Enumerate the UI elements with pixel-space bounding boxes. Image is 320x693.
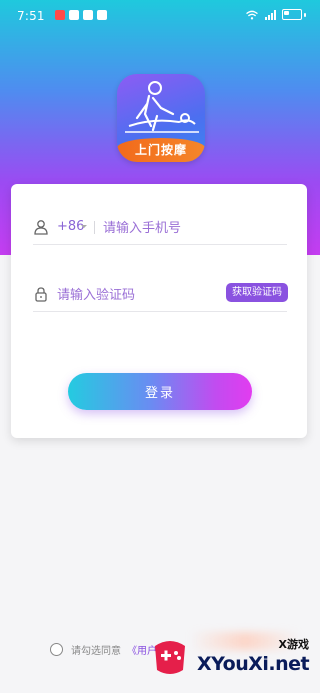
- wifi-icon: [246, 10, 258, 20]
- app-notification-icon: [97, 10, 107, 20]
- verification-code-input[interactable]: [57, 285, 217, 305]
- app-notification-icon: [83, 10, 93, 20]
- agreement-row: 请勾选同意 《用户: [50, 642, 157, 657]
- battery-icon: [282, 9, 302, 20]
- user-icon: [34, 220, 48, 235]
- signal-icon: [265, 9, 276, 20]
- agreement-text: 请勾选同意: [71, 646, 121, 657]
- phone-field: +86: [33, 212, 287, 245]
- status-time: 7:51: [17, 9, 45, 23]
- login-button[interactable]: 登录: [68, 373, 252, 410]
- app-notification-icon: [55, 10, 65, 20]
- gamepad-logo-icon: [155, 641, 185, 674]
- agreement-checkbox[interactable]: [50, 643, 63, 656]
- logo-banner-text: 上门按摩: [117, 138, 205, 162]
- watermark-brand-text: XYouXi.net: [197, 653, 310, 675]
- notification-icons: [55, 10, 107, 20]
- site-watermark: X游戏 XYouXi.net: [145, 632, 315, 688]
- get-code-button[interactable]: 获取验证码: [226, 283, 288, 302]
- phone-input[interactable]: [103, 218, 283, 238]
- field-divider: [94, 221, 95, 234]
- lock-icon: [35, 287, 47, 302]
- massage-therapist-icon: [125, 81, 199, 133]
- verification-code-field: 获取验证码: [33, 279, 288, 312]
- login-card: +86 获取验证码 登录: [11, 184, 307, 438]
- cloud-notification-icon: [69, 10, 79, 20]
- system-status-icons: [245, 9, 306, 20]
- chevron-down-icon[interactable]: [81, 225, 87, 228]
- app-logo: 上门按摩: [117, 74, 205, 162]
- watermark-small-text: X游戏: [278, 638, 309, 651]
- status-bar: 7:51: [0, 0, 320, 32]
